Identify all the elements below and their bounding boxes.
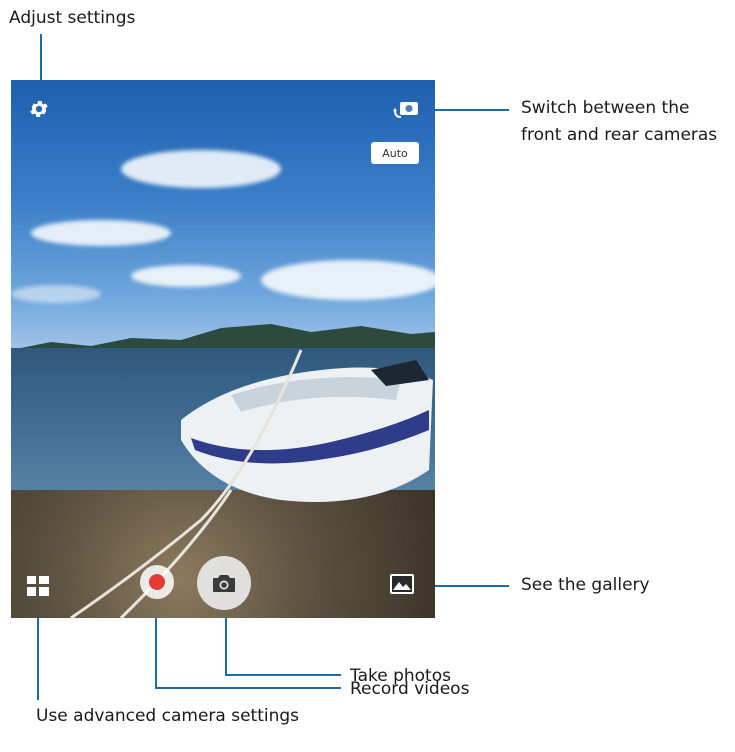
cloud — [131, 265, 241, 287]
callout-switch-cameras-line2: front and rear cameras — [521, 125, 718, 145]
camera-viewfinder[interactable]: Auto — [11, 80, 435, 618]
auto-mode-button[interactable]: Auto — [371, 142, 419, 164]
settings-button[interactable] — [24, 94, 54, 124]
gallery-button[interactable] — [385, 567, 419, 601]
record-video-button[interactable] — [140, 565, 174, 599]
leader-line-shutter-h — [225, 674, 341, 676]
callout-switch-cameras-line1: Switch between the — [521, 98, 690, 118]
leader-line-record-h — [155, 687, 341, 689]
cloud — [31, 220, 171, 246]
cloud — [11, 285, 101, 303]
image-icon — [390, 574, 414, 594]
record-dot-icon — [149, 574, 165, 590]
leader-line-switch — [423, 109, 509, 111]
gear-icon — [30, 101, 48, 117]
callout-see-gallery: See the gallery — [521, 575, 650, 595]
callout-record-videos: Record videos — [350, 679, 470, 699]
camera-icon — [213, 575, 235, 592]
leader-line-gallery — [430, 585, 509, 587]
advanced-settings-button[interactable] — [23, 571, 53, 601]
switch-camera-button[interactable] — [389, 94, 425, 124]
take-photo-button[interactable] — [197, 556, 251, 610]
grid-modes-icon — [27, 576, 49, 596]
callout-advanced-settings: Use advanced camera settings — [36, 706, 300, 726]
leader-line-shutter-v — [225, 610, 227, 675]
cloud — [121, 150, 281, 188]
cloud — [261, 260, 435, 300]
leader-line-record-v — [155, 610, 157, 688]
callout-adjust-settings: Adjust settings — [9, 8, 136, 28]
camera-switch-icon — [393, 102, 418, 118]
